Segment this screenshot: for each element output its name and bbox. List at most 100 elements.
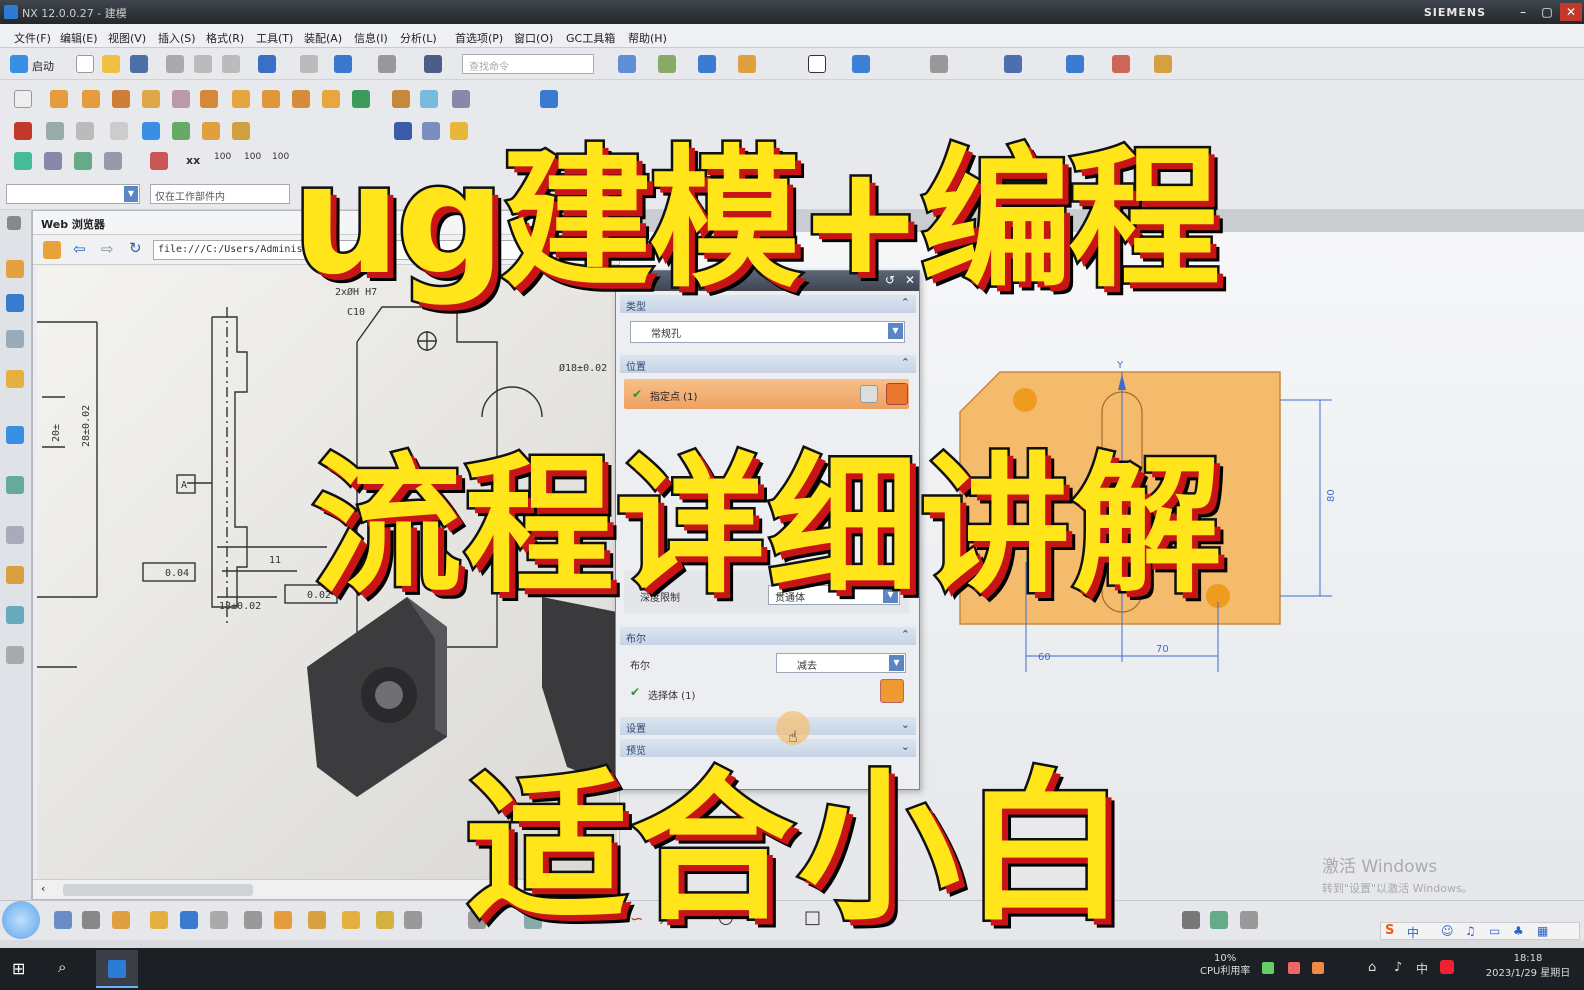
minimize-button[interactable]: – — [1512, 3, 1534, 21]
menu-preferences[interactable]: 首选项(P) — [455, 30, 503, 46]
revolve-icon[interactable] — [82, 90, 100, 108]
sketch-section-icon[interactable] — [860, 385, 878, 403]
section-boolean[interactable]: 布尔 ⌃ — [620, 627, 916, 645]
copy-icon[interactable] — [194, 55, 212, 73]
menu-insert[interactable]: 插入(S) — [158, 30, 196, 46]
measure-icon[interactable] — [1112, 55, 1130, 73]
assembly-nav-icon[interactable] — [6, 260, 24, 278]
view-icon[interactable] — [54, 911, 72, 929]
command-finder-icon[interactable] — [424, 55, 442, 73]
tray-app-b-icon[interactable] — [1288, 962, 1300, 974]
fit-icon[interactable] — [180, 911, 198, 929]
tray-app-c-icon[interactable] — [1312, 962, 1324, 974]
arc-icon[interactable] — [104, 152, 122, 170]
skin-icon[interactable]: ♣ — [1513, 924, 1524, 938]
zoom-icon[interactable] — [210, 911, 228, 929]
render-icon[interactable] — [738, 55, 756, 73]
part-navigator-icon[interactable] — [6, 330, 24, 348]
cut-icon[interactable] — [166, 55, 184, 73]
maximize-button[interactable]: ▢ — [1536, 3, 1558, 21]
tools-icon[interactable]: ▦ — [1537, 924, 1548, 938]
keyboard-icon[interactable]: ▭ — [1489, 924, 1500, 938]
frame-icon[interactable] — [808, 55, 826, 73]
boolean-select[interactable]: 减去 ▼ — [776, 653, 906, 673]
rotate-icon[interactable] — [274, 911, 292, 929]
orient-view-icon[interactable] — [308, 911, 326, 929]
scroll-thumb[interactable] — [63, 884, 253, 896]
mirror-icon[interactable] — [110, 122, 128, 140]
scale-100b-icon[interactable]: 100 — [244, 152, 261, 162]
sketch-icon[interactable] — [14, 90, 32, 108]
paste-icon[interactable] — [222, 55, 240, 73]
sketch-constraint-icon[interactable] — [404, 911, 422, 929]
menu-window[interactable]: 窗口(O) — [514, 30, 553, 46]
select-filter-icon[interactable] — [618, 55, 636, 73]
pad-icon[interactable] — [262, 90, 280, 108]
globe-icon[interactable] — [2, 901, 40, 939]
point-icon[interactable] — [150, 152, 168, 170]
snap-icon[interactable] — [658, 55, 676, 73]
sketch-curve-icon[interactable] — [376, 911, 394, 929]
constraint-nav-icon[interactable] — [6, 294, 24, 312]
shaded-icon[interactable] — [150, 911, 168, 929]
history-icon[interactable] — [6, 476, 24, 494]
xx-icon[interactable]: xx — [186, 154, 200, 167]
boss-icon[interactable] — [200, 90, 218, 108]
thicken-icon[interactable] — [232, 122, 250, 140]
mic-icon[interactable]: ♫ — [1465, 924, 1476, 938]
offset-icon[interactable] — [202, 122, 220, 140]
roles-b-icon[interactable] — [6, 646, 24, 664]
chinese-mode-icon[interactable]: 中 — [1407, 924, 1419, 941]
pocket-icon[interactable] — [232, 90, 250, 108]
network-icon[interactable]: ⌂ — [1368, 960, 1376, 975]
window-icon[interactable] — [378, 55, 396, 73]
block-icon[interactable] — [112, 90, 130, 108]
type-filter-select[interactable]: ▼ — [6, 184, 140, 204]
trim-icon[interactable] — [172, 122, 190, 140]
open-folder-icon[interactable] — [102, 55, 120, 73]
search-icon[interactable]: ⌕ — [58, 958, 66, 976]
home-icon[interactable] — [43, 241, 61, 259]
roles-icon[interactable] — [6, 606, 24, 624]
menu-analysis[interactable]: 分析(L) — [400, 30, 437, 46]
taskbar-nx-app[interactable] — [96, 950, 138, 988]
volume-icon[interactable]: ♪ — [1394, 960, 1402, 975]
scale-100c-icon[interactable]: 100 — [272, 152, 289, 162]
ime-icon[interactable]: 中 — [1416, 960, 1428, 977]
select-body-label[interactable]: 选择体 (1) — [648, 687, 695, 702]
reuse-library-icon[interactable] — [6, 370, 24, 388]
menu-view[interactable]: 视图(V) — [108, 30, 146, 46]
spline-icon[interactable] — [44, 152, 62, 170]
new-file-icon[interactable] — [76, 55, 94, 73]
light-icon[interactable] — [112, 911, 130, 929]
close-button[interactable]: ✕ — [1560, 3, 1582, 21]
ruler-icon[interactable] — [1154, 55, 1172, 73]
save-icon[interactable] — [130, 55, 148, 73]
forward-icon[interactable]: ⇨ — [101, 240, 114, 258]
web-browser-icon[interactable] — [6, 426, 24, 444]
curve-icon[interactable] — [14, 152, 32, 170]
hole-type-select[interactable]: 常规孔 ▼ — [630, 321, 905, 343]
pattern-curve-icon[interactable] — [1210, 911, 1228, 929]
antivirus-icon[interactable] — [1440, 960, 1454, 974]
cylinder-icon[interactable] — [142, 90, 160, 108]
undo-icon[interactable] — [258, 55, 276, 73]
back-icon[interactable]: ⇦ — [73, 240, 86, 258]
select-body-icon[interactable] — [880, 679, 904, 703]
move-icon[interactable] — [852, 55, 870, 73]
menu-assembly[interactable]: 装配(A) — [304, 30, 342, 46]
draft-icon[interactable] — [76, 122, 94, 140]
section-position[interactable]: 位置 ⌃ — [620, 355, 916, 373]
menu-info[interactable]: 信息(I) — [354, 30, 388, 46]
system-clock[interactable]: 18:18 2023/1/29 星期日 — [1474, 951, 1582, 981]
part-nav-icon[interactable] — [334, 55, 352, 73]
start-icon[interactable] — [10, 55, 28, 73]
scale-100-icon[interactable]: 100 — [214, 152, 231, 162]
scope-filter-select[interactable]: 仅在工作部件内 — [150, 184, 290, 204]
windows-start-icon[interactable]: ⊞ — [12, 960, 30, 978]
menu-tools[interactable]: 工具(T) — [256, 30, 293, 46]
edge-blend-icon[interactable] — [14, 122, 32, 140]
offset-curve-icon[interactable] — [1182, 911, 1200, 929]
redo-icon[interactable] — [300, 55, 318, 73]
hole-icon[interactable] — [172, 90, 190, 108]
